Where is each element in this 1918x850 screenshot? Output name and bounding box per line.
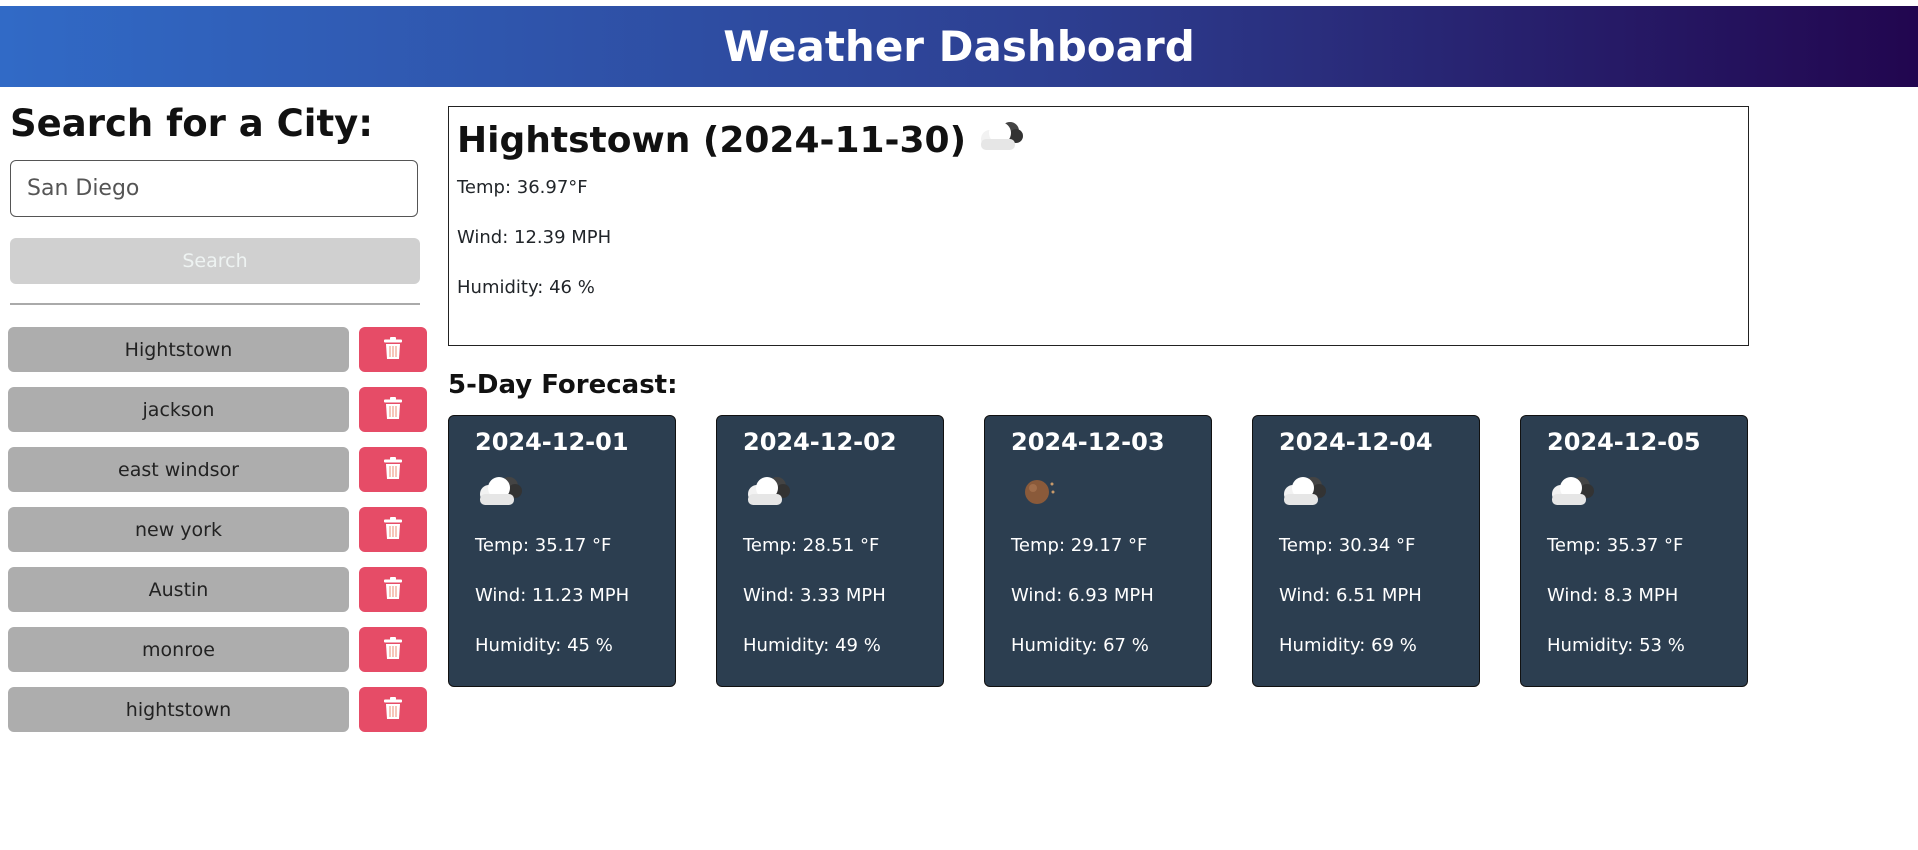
delete-city-button[interactable]	[359, 627, 427, 672]
city-history-button[interactable]: hightstown	[8, 687, 349, 732]
forecast-wind: Wind: 8.3 MPH	[1547, 585, 1679, 606]
current-wind: Wind: 12.39 MPH	[457, 227, 612, 248]
current-temp: Temp: 36.97°F	[457, 177, 588, 198]
forecast-wind: Wind: 6.93 MPH	[1011, 585, 1154, 606]
cloud-icon	[976, 119, 1028, 162]
cloud-icon	[1279, 474, 1331, 512]
trash-icon	[384, 697, 402, 722]
forecast-date: 2024-12-02	[743, 428, 897, 456]
app-title: Weather Dashboard	[723, 22, 1195, 71]
city-history-button[interactable]: monroe	[8, 627, 349, 672]
app-header: Weather Dashboard	[0, 6, 1918, 87]
trash-icon	[384, 577, 402, 602]
clear-night-icon	[1011, 474, 1063, 512]
forecast-card: 2024-12-01 Temp: 35.17 °F Wind: 11.23 MP…	[448, 415, 676, 687]
forecast-humidity: Humidity: 45 %	[475, 635, 613, 656]
forecast-wind: Wind: 3.33 MPH	[743, 585, 886, 606]
forecast-wind: Wind: 11.23 MPH	[475, 585, 630, 606]
forecast-temp: Temp: 35.37 °F	[1547, 535, 1684, 556]
search-sidebar: Search for a City: Search Hightstown jac…	[8, 96, 427, 732]
delete-city-button[interactable]	[359, 687, 427, 732]
forecast-date: 2024-12-01	[475, 428, 629, 456]
trash-icon	[384, 337, 402, 362]
city-history-button[interactable]: east windsor	[8, 447, 349, 492]
delete-city-button[interactable]	[359, 507, 427, 552]
forecast-temp: Temp: 35.17 °F	[475, 535, 612, 556]
trash-icon	[384, 457, 402, 482]
current-weather-title: Hightstown (2024-11-30)	[457, 120, 967, 161]
city-history-item: jackson	[8, 387, 428, 432]
forecast-date: 2024-12-04	[1279, 428, 1433, 456]
city-history-button[interactable]: jackson	[8, 387, 349, 432]
forecast-temp: Temp: 30.34 °F	[1279, 535, 1416, 556]
city-history-item: Hightstown	[8, 327, 428, 372]
search-button[interactable]: Search	[10, 238, 420, 284]
forecast-humidity: Humidity: 69 %	[1279, 635, 1417, 656]
delete-city-button[interactable]	[359, 387, 427, 432]
forecast-humidity: Humidity: 53 %	[1547, 635, 1685, 656]
city-history-item: monroe	[8, 627, 428, 672]
city-history-item: new york	[8, 507, 428, 552]
city-history-item: hightstown	[8, 687, 428, 732]
city-history-button[interactable]: Hightstown	[8, 327, 349, 372]
forecast-card: 2024-12-02 Temp: 28.51 °F Wind: 3.33 MPH…	[716, 415, 944, 687]
cloud-icon	[1547, 474, 1599, 512]
trash-icon	[384, 637, 402, 662]
delete-city-button[interactable]	[359, 327, 427, 372]
forecast-card: 2024-12-03 Temp: 29.17 °F Wind: 6.93 MPH…	[984, 415, 1212, 687]
delete-city-button[interactable]	[359, 447, 427, 492]
forecast-humidity: Humidity: 67 %	[1011, 635, 1149, 656]
current-humidity: Humidity: 46 %	[457, 277, 595, 298]
forecast-card: 2024-12-04 Temp: 30.34 °F Wind: 6.51 MPH…	[1252, 415, 1480, 687]
city-search-input[interactable]	[10, 160, 418, 217]
forecast-temp: Temp: 29.17 °F	[1011, 535, 1148, 556]
trash-icon	[384, 397, 402, 422]
forecast-date: 2024-12-05	[1547, 428, 1701, 456]
forecast-date: 2024-12-03	[1011, 428, 1165, 456]
forecast-card: 2024-12-05 Temp: 35.37 °F Wind: 8.3 MPH …	[1520, 415, 1748, 687]
city-history-item: Austin	[8, 567, 428, 612]
forecast-wind: Wind: 6.51 MPH	[1279, 585, 1422, 606]
city-history-button[interactable]: new york	[8, 507, 349, 552]
divider	[10, 303, 420, 305]
delete-city-button[interactable]	[359, 567, 427, 612]
search-heading: Search for a City:	[10, 102, 374, 145]
trash-icon	[384, 517, 402, 542]
city-history-item: east windsor	[8, 447, 428, 492]
forecast-temp: Temp: 28.51 °F	[743, 535, 880, 556]
current-weather-panel: Hightstown (2024-11-30) Temp: 36.97°F Wi…	[448, 106, 1749, 346]
cloud-icon	[743, 474, 795, 512]
forecast-humidity: Humidity: 49 %	[743, 635, 881, 656]
forecast-heading: 5-Day Forecast:	[448, 370, 678, 400]
city-history-button[interactable]: Austin	[8, 567, 349, 612]
cloud-icon	[475, 474, 527, 512]
